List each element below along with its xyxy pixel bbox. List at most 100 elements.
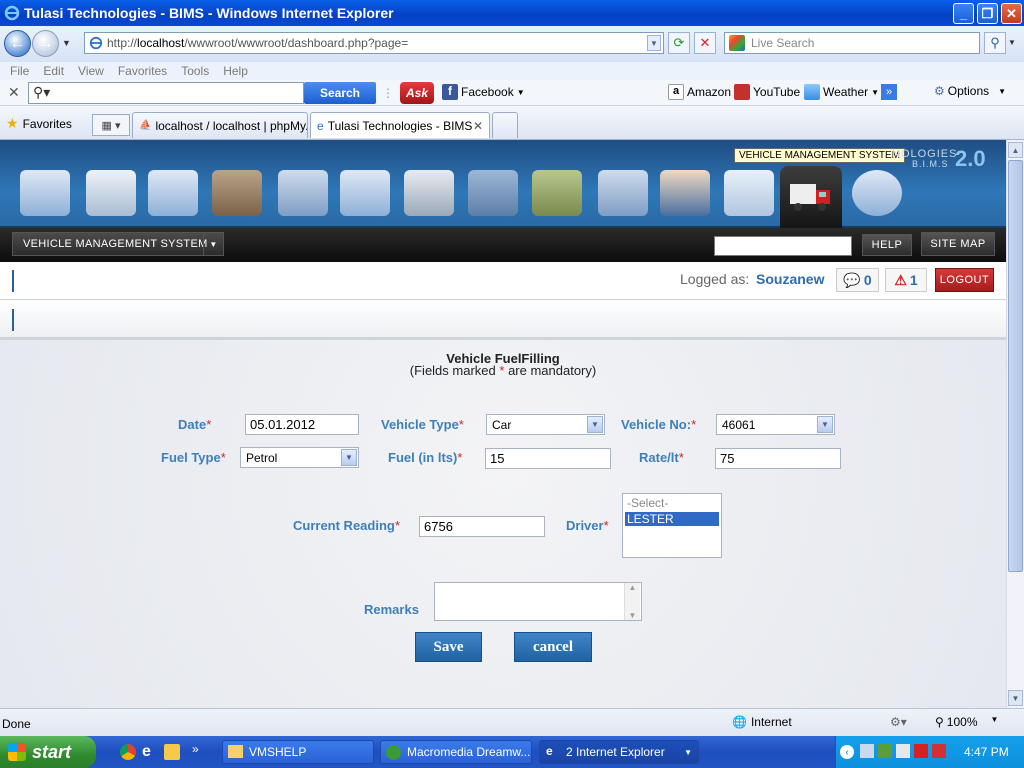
antivirus-icon[interactable] xyxy=(932,744,946,758)
scroll-down-icon[interactable]: ▼ xyxy=(629,611,637,620)
cancel-button[interactable]: cancel xyxy=(514,632,592,662)
network-icon[interactable] xyxy=(860,744,874,758)
scroll-up-icon[interactable]: ▲ xyxy=(629,583,637,592)
ask-search-button[interactable]: Search xyxy=(304,82,376,104)
vehicle-truck-active-icon[interactable] xyxy=(780,166,842,228)
tab-bims[interactable]: e Tulasi Technologies - BIMS ✕ xyxy=(310,112,490,138)
youtube-button[interactable]: YouTube xyxy=(734,84,800,100)
tray-app-icon[interactable] xyxy=(878,744,892,758)
help-button[interactable]: HELP xyxy=(862,234,912,256)
address-dropdown-icon[interactable]: ▼ xyxy=(647,35,661,51)
vehicle-no-dropdown-icon[interactable]: ▼ xyxy=(817,416,833,433)
vehicle-type-select[interactable]: Car ▼ xyxy=(486,414,605,435)
tray-expand-icon[interactable]: ‹ xyxy=(840,745,854,759)
ask-search-input[interactable]: ⚲▾ xyxy=(28,82,304,104)
menu-file[interactable]: File xyxy=(10,64,29,78)
tab-phpmyadmin[interactable]: ⛵ localhost / localhost | phpMy... xyxy=(132,112,308,138)
weather-button[interactable]: Weather ▼ xyxy=(804,84,879,100)
module-nav-bar: VEHICLE MANAGEMENT SYSTEM ▼ HELP SITE MA… xyxy=(0,228,1006,262)
address-input[interactable]: http://localhost/wwwroot/wwwroot/dashboa… xyxy=(84,32,664,54)
zoom-control[interactable]: ⚲ 100% ▼ xyxy=(935,715,998,729)
remarks-textarea[interactable] xyxy=(434,582,642,621)
menu-tools[interactable]: Tools xyxy=(181,64,209,78)
module-selector[interactable]: VEHICLE MANAGEMENT SYSTEM ▼ xyxy=(12,232,224,256)
factory-icon[interactable] xyxy=(212,170,262,216)
database-add-icon[interactable] xyxy=(278,170,328,216)
vehicle-no-select[interactable]: 46061 ▼ xyxy=(716,414,835,435)
logout-button[interactable]: LOGOUT xyxy=(935,268,994,292)
close-window-button[interactable]: ✕ xyxy=(1001,3,1022,24)
recent-pages-chevron-icon[interactable]: ▼ xyxy=(62,38,71,48)
start-button[interactable]: start xyxy=(0,736,96,768)
document-icon[interactable] xyxy=(86,170,136,216)
search-options-chevron-icon[interactable]: ▼ xyxy=(1008,38,1016,47)
menu-view[interactable]: View xyxy=(78,64,104,78)
quick-tabs-icon[interactable]: ▦ ▾ xyxy=(92,114,130,136)
favorites-button[interactable]: ★ Favorites xyxy=(6,115,72,132)
ie-quicklaunch-icon[interactable]: e xyxy=(142,743,151,761)
chat-icon[interactable] xyxy=(724,170,774,216)
user-icon[interactable] xyxy=(660,170,710,216)
username-link[interactable]: Souzanew xyxy=(756,271,824,287)
close-toolbar-icon[interactable]: ✕ xyxy=(8,84,20,101)
driver-listbox[interactable]: -Select- LESTER xyxy=(622,493,722,558)
youtube-label: YouTube xyxy=(753,85,801,99)
database-add-icon-2[interactable] xyxy=(598,170,648,216)
security-shield-icon[interactable] xyxy=(914,744,928,758)
truck-icon[interactable] xyxy=(468,170,518,216)
minimize-button[interactable]: _ xyxy=(953,3,974,24)
alerts-badge[interactable]: ⚠ 1 xyxy=(885,268,927,292)
restore-button[interactable]: ❐ xyxy=(977,3,998,24)
search-go-icon[interactable]: ⚲ xyxy=(984,32,1006,54)
quicklaunch-more-icon[interactable]: » xyxy=(192,742,199,756)
pie-chart-icon[interactable] xyxy=(852,170,902,216)
vehicle-type-dropdown-icon[interactable]: ▼ xyxy=(587,416,603,433)
monitor-icon-3[interactable] xyxy=(340,170,390,216)
rate-input[interactable]: 75 xyxy=(715,448,841,469)
refresh-icon[interactable]: ⟳ xyxy=(668,32,690,54)
site-search-input[interactable] xyxy=(714,236,852,256)
protected-mode-icon[interactable]: ⚙▾ xyxy=(890,715,907,729)
task-dreamweaver[interactable]: Macromedia Dreamw... xyxy=(380,740,532,764)
back-button[interactable]: ← xyxy=(4,30,31,57)
sitemap-button[interactable]: SITE MAP xyxy=(921,232,995,256)
volume-icon[interactable] xyxy=(896,744,910,758)
live-search-input[interactable]: Live Search xyxy=(724,32,980,54)
driver-option-selected[interactable]: LESTER xyxy=(625,512,719,526)
scroll-thumb[interactable] xyxy=(1008,160,1023,572)
task-internet-explorer[interactable]: e 2 Internet Explorer ▼ xyxy=(539,740,699,764)
mail-quicklaunch-icon[interactable] xyxy=(164,744,180,760)
forward-button[interactable]: → xyxy=(32,30,59,57)
facebook-button[interactable]: f Facebook ▼ xyxy=(442,84,525,100)
cash-icon[interactable] xyxy=(532,170,582,216)
current-reading-input[interactable]: 6756 xyxy=(419,516,545,537)
fuel-input[interactable]: 15 xyxy=(485,448,611,469)
scroll-up-arrow-icon[interactable]: ▲ xyxy=(1008,142,1023,158)
save-button[interactable]: Save xyxy=(415,632,482,662)
chrome-quicklaunch-icon[interactable] xyxy=(120,744,136,760)
page-scrollbar[interactable]: ▲ ▼ xyxy=(1006,140,1024,708)
new-tab-button[interactable] xyxy=(492,112,518,138)
task-ie-label: 2 Internet Explorer xyxy=(566,745,665,759)
monitor-icon[interactable] xyxy=(20,170,70,216)
options-button[interactable]: ⚙ Options ▼ xyxy=(934,84,1006,98)
menu-help[interactable]: Help xyxy=(223,64,248,78)
task-vmshelp[interactable]: VMSHELP xyxy=(222,740,374,764)
amazon-button[interactable]: a Amazon xyxy=(668,84,731,100)
more-tools-button[interactable]: » xyxy=(881,84,897,100)
calculator-icon[interactable] xyxy=(404,170,454,216)
ask-logo-icon[interactable]: Ask xyxy=(400,82,434,104)
menu-favorites[interactable]: Favorites xyxy=(118,64,167,78)
fuel-type-select[interactable]: Petrol ▼ xyxy=(240,447,359,468)
fuel-type-dropdown-icon[interactable]: ▼ xyxy=(341,449,357,466)
close-tab-icon[interactable]: ✕ xyxy=(473,119,483,133)
remarks-scrollbar[interactable]: ▲ ▼ xyxy=(624,583,640,620)
scroll-down-arrow-icon[interactable]: ▼ xyxy=(1008,690,1023,706)
driver-option[interactable]: -Select- xyxy=(623,494,721,512)
stop-icon[interactable]: ✕ xyxy=(694,32,716,54)
date-input[interactable]: 05.01.2012 xyxy=(245,414,359,435)
monitor-icon-2[interactable] xyxy=(148,170,198,216)
security-zone[interactable]: 🌐 Internet xyxy=(732,715,792,729)
menu-edit[interactable]: Edit xyxy=(43,64,64,78)
messages-badge[interactable]: 💬 0 xyxy=(836,268,879,292)
